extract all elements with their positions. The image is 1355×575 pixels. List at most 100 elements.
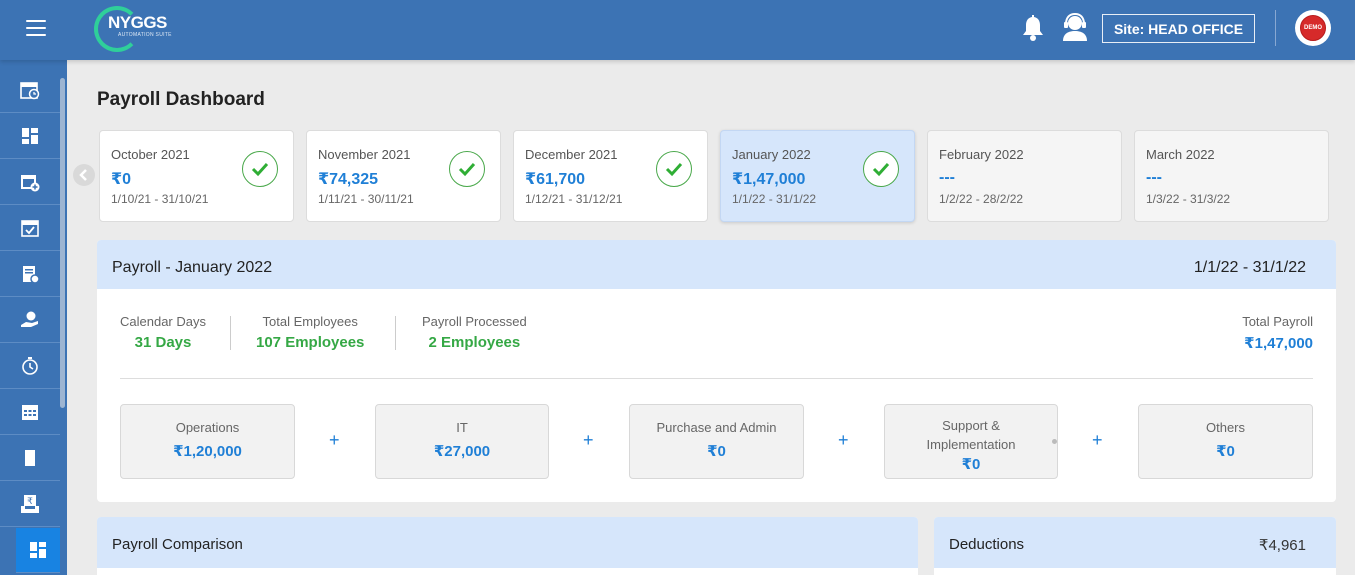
month-amount: ₹61,700 bbox=[525, 171, 586, 188]
month-card-february-2022[interactable]: February 2022 --- 1/2/22 - 28/2/22 bbox=[927, 130, 1122, 222]
sidebar-item-salary[interactable]: ₹ bbox=[0, 482, 60, 527]
dashboard-grid-icon bbox=[22, 128, 38, 144]
nyggs-logo[interactable]: NYGGS AUTOMATION SUITE bbox=[94, 4, 178, 54]
dept-card-others[interactable]: Others ₹0 bbox=[1138, 404, 1313, 479]
dept-value: ₹0 bbox=[707, 443, 726, 460]
stat-payroll-processed: Payroll Processed 2 Employees bbox=[422, 314, 527, 351]
header-divider bbox=[1275, 10, 1276, 46]
month-amount: ₹74,325 bbox=[318, 171, 379, 188]
month-range: 1/1/22 - 31/1/22 bbox=[732, 192, 817, 206]
dept-label: IT bbox=[456, 420, 468, 435]
dashboard-grid-icon bbox=[30, 542, 46, 558]
dept-value: ₹27,000 bbox=[433, 443, 491, 460]
payroll-panel-range: 1/1/22 - 31/1/22 bbox=[1193, 259, 1306, 276]
previous-months-button[interactable] bbox=[73, 164, 95, 186]
sidebar-item-holidays[interactable] bbox=[0, 206, 60, 251]
dept-value: ₹1,20,000 bbox=[173, 443, 242, 460]
month-label: December 2021 bbox=[525, 147, 618, 162]
notification-bell-icon[interactable] bbox=[1020, 14, 1046, 42]
svg-text:₹: ₹ bbox=[27, 497, 33, 507]
main-content: Payroll Dashboard October 2021 ₹0 1/10/2… bbox=[67, 60, 1355, 575]
stat-calendar-days: Calendar Days 31 Days bbox=[120, 314, 206, 351]
sidebar-item-payments[interactable] bbox=[0, 298, 60, 343]
sidebar-item-reports[interactable] bbox=[0, 252, 60, 297]
sidebar-item-leave[interactable] bbox=[0, 160, 60, 205]
support-agent-icon[interactable] bbox=[1061, 12, 1089, 42]
month-range: 1/11/21 - 30/11/21 bbox=[318, 192, 414, 206]
dept-value: ₹0 bbox=[961, 456, 981, 473]
sidebar-item-documents[interactable] bbox=[0, 436, 60, 481]
month-label: November 2021 bbox=[318, 147, 411, 162]
month-card-march-2022[interactable]: March 2022 --- 1/3/22 - 31/3/22 bbox=[1134, 130, 1329, 222]
plus-sign: + bbox=[1092, 430, 1103, 450]
total-payroll-value: ₹1,47,000 bbox=[1244, 335, 1313, 352]
check-circle-icon bbox=[863, 151, 899, 187]
sidebar: ₹ bbox=[0, 60, 67, 575]
chevron-left-icon bbox=[79, 169, 87, 181]
calendar-check-icon bbox=[21, 220, 39, 237]
calendar-grid-icon bbox=[22, 405, 38, 420]
dept-card-purchase-admin[interactable]: Purchase and Admin ₹0 bbox=[629, 404, 804, 479]
sidebar-item-attendance[interactable] bbox=[0, 68, 60, 113]
page-title: Payroll Dashboard bbox=[97, 89, 265, 110]
document-icon bbox=[25, 450, 35, 466]
payroll-comparison-title: Payroll Comparison bbox=[112, 536, 243, 553]
dept-label: Support & Implementation bbox=[926, 418, 1016, 452]
stat-value: 107 Employees bbox=[256, 334, 365, 351]
sidebar-item-dashboard[interactable] bbox=[0, 114, 60, 159]
scroll-dot bbox=[1052, 439, 1057, 444]
stat-value: 31 Days bbox=[134, 334, 192, 351]
calendar-add-icon bbox=[21, 175, 40, 192]
dept-label: Purchase and Admin bbox=[656, 420, 777, 435]
dept-label: Operations bbox=[175, 420, 240, 435]
month-range: 1/10/21 - 31/10/21 bbox=[111, 192, 209, 206]
month-card-october-2021[interactable]: October 2021 ₹0 1/10/21 - 31/10/21 bbox=[99, 130, 294, 222]
month-label: March 2022 bbox=[1146, 147, 1215, 162]
check-circle-icon bbox=[656, 151, 692, 187]
stat-label: Calendar Days bbox=[120, 314, 206, 329]
check-circle-icon bbox=[242, 151, 278, 187]
sidebar-item-payroll-dashboard[interactable] bbox=[16, 528, 60, 573]
timer-icon bbox=[22, 357, 38, 375]
site-selector-button[interactable]: Site: HEAD OFFICE bbox=[1102, 14, 1255, 43]
plus-sign: + bbox=[838, 430, 849, 450]
month-label: February 2022 bbox=[939, 147, 1024, 162]
check-circle-icon bbox=[449, 151, 485, 187]
total-payroll: Total Payroll ₹1,47,000 bbox=[1242, 314, 1313, 352]
deductions-value: ₹4,961 bbox=[1258, 537, 1306, 554]
month-card-december-2021[interactable]: December 2021 ₹61,700 1/12/21 - 31/12/21 bbox=[513, 130, 708, 222]
stat-label: Payroll Processed bbox=[422, 314, 527, 329]
payroll-summary-panel: Payroll - January 2022 1/1/22 - 31/1/22 … bbox=[97, 240, 1336, 502]
calendar-clock-icon bbox=[20, 82, 40, 100]
month-card-november-2021[interactable]: November 2021 ₹74,325 1/11/21 - 30/11/21 bbox=[306, 130, 501, 222]
month-range: 1/2/22 - 28/2/22 bbox=[939, 192, 1024, 206]
user-avatar[interactable]: DEMO bbox=[1295, 10, 1331, 46]
hand-money-icon bbox=[21, 311, 38, 327]
sidebar-item-overtime[interactable] bbox=[0, 344, 60, 389]
stat-label: Total Employees bbox=[262, 314, 358, 329]
plus-sign: + bbox=[583, 430, 594, 450]
payroll-panel-header: Payroll - January 2022 1/1/22 - 31/1/22 bbox=[97, 240, 1336, 289]
month-card-january-2022[interactable]: January 2022 ₹1,47,000 1/1/22 - 31/1/22 bbox=[720, 130, 915, 222]
deductions-header: Deductions ₹4,961 bbox=[934, 517, 1336, 568]
top-header: NYGGS AUTOMATION SUITE Site: HEAD OFFICE… bbox=[0, 0, 1355, 60]
sidebar-item-calendar[interactable] bbox=[0, 390, 60, 435]
dept-card-operations[interactable]: Operations ₹1,20,000 bbox=[120, 404, 295, 479]
hamburger-menu-icon[interactable] bbox=[26, 20, 46, 36]
stat-divider bbox=[230, 316, 231, 350]
payroll-panel-title: Payroll - January 2022 bbox=[112, 259, 273, 276]
stat-divider bbox=[395, 316, 396, 350]
stat-total-employees: Total Employees 107 Employees bbox=[256, 314, 364, 351]
month-amount: --- bbox=[939, 169, 955, 186]
dept-card-support-implementation[interactable]: Support & Implementation ₹0 bbox=[884, 404, 1058, 479]
stat-value: 2 Employees bbox=[428, 334, 521, 351]
month-amount: ₹1,47,000 bbox=[732, 171, 806, 188]
dept-value: ₹0 bbox=[1216, 443, 1235, 460]
month-amount: ₹0 bbox=[111, 171, 132, 188]
dept-card-it[interactable]: IT ₹27,000 bbox=[375, 404, 549, 479]
month-range: 1/3/22 - 31/3/22 bbox=[1146, 192, 1231, 206]
month-label: October 2021 bbox=[111, 147, 190, 162]
month-range: 1/12/21 - 31/12/21 bbox=[525, 192, 623, 206]
sidebar-scrollbar[interactable] bbox=[60, 78, 65, 408]
month-label: January 2022 bbox=[732, 147, 811, 162]
